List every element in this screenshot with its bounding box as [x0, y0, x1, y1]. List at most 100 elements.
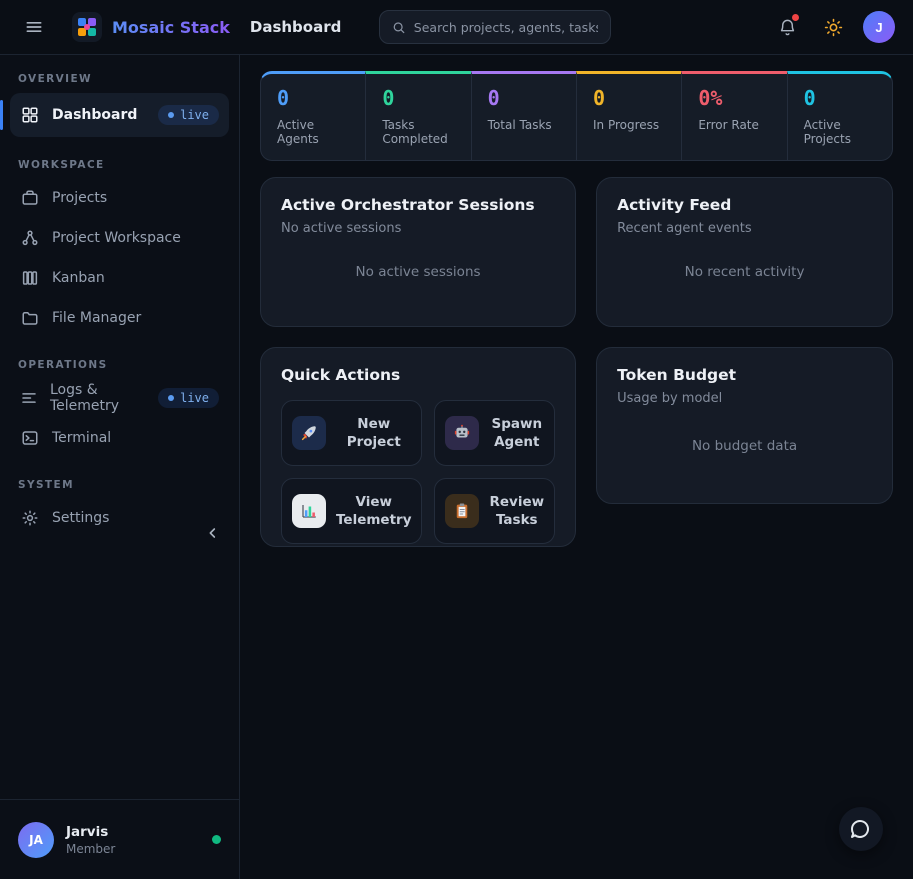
section-label-overview: OVERVIEW	[10, 65, 229, 91]
user-initials: JA	[29, 833, 43, 847]
quick-actions-grid: New Project	[281, 400, 555, 544]
sidebar-item-projects[interactable]: Projects	[10, 179, 229, 217]
card-title: Quick Actions	[281, 366, 555, 384]
network-nodes-icon	[20, 229, 40, 247]
chevron-left-icon	[205, 525, 221, 541]
sun-icon	[824, 18, 843, 37]
robot-icon	[445, 416, 479, 450]
online-status-dot	[212, 835, 221, 844]
kanban-columns-icon	[20, 269, 40, 287]
review-tasks-button[interactable]: Review Tasks	[434, 478, 555, 544]
card-title: Active Orchestrator Sessions	[281, 196, 555, 214]
section-label-workspace: WORKSPACE	[10, 151, 229, 177]
live-dot-icon	[168, 112, 174, 118]
user-name: Jarvis	[66, 824, 115, 840]
stat-label: Tasks Completed	[382, 118, 454, 146]
activity-feed-card: Activity Feed Recent agent events No rec…	[596, 177, 893, 327]
sidebar-item-settings[interactable]: Settings	[10, 499, 229, 537]
sidebar-item-dashboard[interactable]: Dashboard live	[10, 93, 229, 137]
section-label-system: SYSTEM	[10, 471, 229, 497]
sidebar-item-terminal[interactable]: Terminal	[10, 419, 229, 457]
gear-icon	[20, 509, 40, 527]
sessions-card: Active Orchestrator Sessions No active s…	[260, 177, 576, 327]
sidebar-item-kanban[interactable]: Kanban	[10, 259, 229, 297]
user-avatar: JA	[18, 822, 54, 858]
sidebar-item-logs-telemetry[interactable]: Logs & Telemetry live	[10, 379, 229, 417]
empty-state: No budget data	[617, 406, 872, 485]
live-badge: live	[158, 105, 219, 125]
sidebar-item-label: Kanban	[52, 270, 105, 286]
sidebar-item-label: Projects	[52, 190, 107, 206]
user-profile[interactable]: JA Jarvis Member	[0, 799, 239, 879]
sidebar-item-label: Logs & Telemetry	[50, 382, 146, 414]
folder-icon	[20, 309, 40, 327]
token-budget-card: Token Budget Usage by model No budget da…	[596, 347, 893, 504]
new-project-button[interactable]: New Project	[281, 400, 422, 466]
stat-card-active-projects: 0 Active Projects	[787, 71, 893, 161]
quick-action-label: New Project	[336, 415, 411, 451]
stat-value: 0	[488, 86, 560, 110]
section-label-operations: OPERATIONS	[10, 351, 229, 377]
stat-label: Active Projects	[804, 118, 876, 146]
sidebar-item-file-manager[interactable]: File Manager	[10, 299, 229, 337]
avatar-initial: J	[875, 20, 882, 35]
clipboard-icon	[445, 494, 479, 528]
terminal-icon	[20, 429, 40, 447]
stat-label: Total Tasks	[488, 118, 560, 132]
log-lines-icon	[20, 389, 38, 407]
header-page-title: Dashboard	[250, 18, 341, 36]
chat-button[interactable]	[839, 807, 883, 851]
sidebar-item-label: Terminal	[52, 430, 111, 446]
sidebar-collapse-button[interactable]	[205, 525, 221, 541]
live-badge: live	[158, 388, 219, 408]
card-title: Token Budget	[617, 366, 872, 384]
search-icon	[392, 20, 405, 35]
briefcase-icon	[20, 189, 40, 207]
card-title: Activity Feed	[617, 196, 872, 214]
empty-state: No active sessions	[281, 236, 555, 308]
hamburger-menu-button[interactable]	[18, 11, 50, 43]
notifications-button[interactable]	[771, 11, 803, 43]
empty-state: No recent activity	[617, 236, 872, 308]
card-subtitle: Recent agent events	[617, 221, 872, 236]
user-role: Member	[66, 842, 115, 856]
search-input[interactable]	[414, 20, 599, 35]
main-content: 0 Active Agents 0 Tasks Completed 0 Tota…	[240, 55, 913, 879]
stat-label: Error Rate	[698, 118, 770, 132]
bar-chart-icon	[292, 494, 326, 528]
rocket-icon	[292, 416, 326, 450]
mosaic-logo-icon	[72, 12, 102, 42]
stat-card-total-tasks: 0 Total Tasks	[471, 71, 577, 161]
quick-action-label: View Telemetry	[336, 493, 411, 529]
quick-actions-card: Quick Actions New Project	[260, 347, 576, 547]
top-header: Mosaic Stack Dashboard J	[0, 0, 913, 55]
stat-card-tasks-completed: 0 Tasks Completed	[365, 71, 471, 161]
stat-label: In Progress	[593, 118, 665, 132]
brand[interactable]: Mosaic Stack	[72, 12, 230, 42]
search-bar[interactable]	[379, 10, 611, 44]
user-avatar-button[interactable]: J	[863, 11, 895, 43]
brand-name: Mosaic Stack	[112, 18, 230, 37]
stat-value: 0	[382, 86, 454, 110]
stat-value: 0	[593, 86, 665, 110]
sidebar-item-project-workspace[interactable]: Project Workspace	[10, 219, 229, 257]
card-subtitle: No active sessions	[281, 221, 555, 236]
chat-bubble-icon	[849, 817, 873, 841]
quick-action-label: Review Tasks	[489, 493, 544, 529]
stat-value: 0	[804, 86, 876, 110]
stat-value: 0%	[698, 86, 770, 110]
cards-grid: Active Orchestrator Sessions No active s…	[260, 177, 893, 547]
sidebar-item-label: Dashboard	[52, 107, 137, 123]
active-indicator-bar	[0, 100, 3, 130]
stat-label: Active Agents	[277, 118, 349, 146]
spawn-agent-button[interactable]: Spawn Agent	[434, 400, 555, 466]
hamburger-icon	[24, 17, 44, 37]
notification-dot	[792, 14, 799, 21]
stat-card-in-progress: 0 In Progress	[576, 71, 682, 161]
sidebar: OVERVIEW Dashboard live WORKSPACE	[0, 55, 240, 879]
quick-action-label: Spawn Agent	[489, 415, 544, 451]
theme-toggle-button[interactable]	[817, 11, 849, 43]
sidebar-item-label: File Manager	[52, 310, 141, 326]
view-telemetry-button[interactable]: View Telemetry	[281, 478, 422, 544]
sidebar-item-label: Project Workspace	[52, 230, 181, 246]
